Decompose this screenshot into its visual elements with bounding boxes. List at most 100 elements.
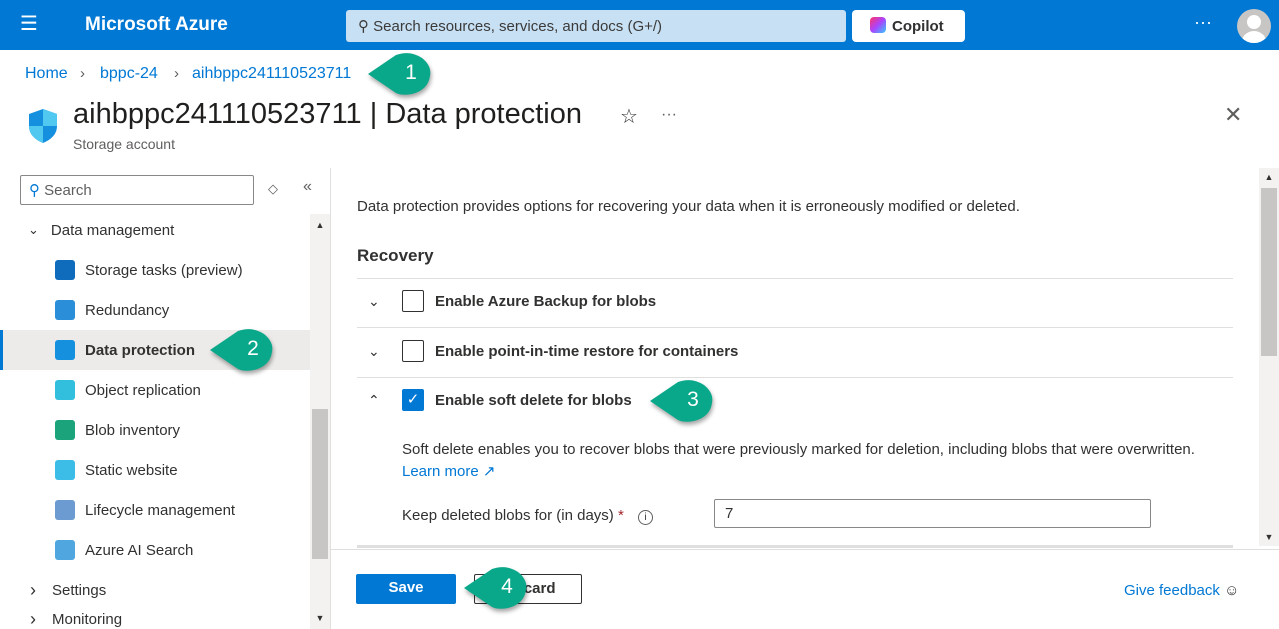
callout-2: 2	[208, 328, 274, 372]
object-replication-icon	[55, 380, 75, 400]
avatar[interactable]	[1237, 9, 1271, 43]
search-placeholder: Search	[44, 182, 92, 199]
sidebar-item-label: Redundancy	[85, 301, 170, 319]
chevron-right-icon: ›	[80, 65, 85, 82]
learn-more-link[interactable]: Learn more ↗	[402, 463, 495, 480]
callout-number: 4	[501, 575, 513, 598]
label-text: Keep deleted blobs for (in days)	[402, 507, 614, 524]
main-scrollbar[interactable]: ▲ ▼	[1259, 168, 1279, 546]
sidebar-item-storage-tasks-preview[interactable]: Storage tasks (preview)	[0, 250, 310, 290]
save-button[interactable]: Save	[356, 574, 456, 604]
search-icon: ⚲	[29, 182, 40, 199]
global-search-input[interactable]: ⚲ Search resources, services, and docs (…	[346, 10, 846, 42]
scroll-up-icon[interactable]: ▲	[1259, 172, 1279, 182]
keep-days-input[interactable]: 7	[714, 499, 1151, 528]
sidebar-item-label: Static website	[85, 461, 178, 479]
required-marker: *	[617, 507, 624, 524]
divider	[330, 168, 331, 629]
keep-deleted-label: Keep deleted blobs for (in days) * i	[402, 507, 653, 525]
divider	[357, 327, 1233, 328]
chevron-right-icon: ›	[174, 65, 179, 82]
breadcrumb-home[interactable]: Home	[25, 65, 68, 83]
option-row[interactable]: ⌃ ✓ Enable soft delete for blobs	[368, 389, 632, 411]
callout-number: 1	[405, 61, 417, 84]
chevron-down-icon: ⌄	[28, 222, 39, 237]
callout-1: 1	[366, 52, 432, 96]
sidebar-item-blob-inventory[interactable]: Blob inventory	[0, 410, 310, 450]
intro-text: Data protection provides options for rec…	[357, 198, 1020, 215]
divider	[357, 377, 1233, 378]
sidebar-item-lifecycle-management[interactable]: Lifecycle management	[0, 490, 310, 530]
shield-icon	[55, 340, 75, 360]
sidebar-item-object-replication[interactable]: Object replication	[0, 370, 310, 410]
storage-tasks-icon	[55, 260, 75, 280]
sidebar-group-data-management[interactable]: ⌄ Data management	[0, 210, 310, 250]
option-label: Enable Azure Backup for blobs	[435, 292, 657, 310]
checkbox[interactable]: ✓	[402, 389, 424, 411]
option-row[interactable]: ⌄ Enable point-in-time restore for contai…	[368, 340, 738, 362]
page-subtitle: Storage account	[73, 136, 175, 152]
search-icon: ⚲	[358, 18, 369, 35]
menu-icon[interactable]: ☰	[20, 14, 40, 34]
close-icon[interactable]: ✕	[1224, 102, 1242, 128]
give-feedback-link[interactable]: Give feedback ☺	[1124, 582, 1239, 599]
more-icon[interactable]: ···	[661, 106, 677, 124]
sort-icon[interactable]: ◇	[268, 181, 278, 197]
sidebar-item-label: Storage tasks (preview)	[85, 261, 243, 279]
sidebar-item-static-website[interactable]: Static website	[0, 450, 310, 490]
scroll-thumb[interactable]	[1261, 188, 1277, 356]
breadcrumb-resource-group[interactable]: bppc-24	[100, 65, 158, 83]
sidebar-item-redundancy[interactable]: Redundancy	[0, 290, 310, 330]
copilot-icon	[870, 17, 886, 33]
page-title: aihbppc241110523711 | Data protection	[73, 98, 582, 130]
sidebar-group-settings[interactable]: › Settings	[0, 570, 310, 610]
sidebar-item-azure-ai-search[interactable]: Azure AI Search	[0, 530, 310, 570]
sidebar-item-label: Lifecycle management	[85, 501, 236, 519]
feedback-label: Give feedback	[1124, 582, 1220, 599]
chevron-down-icon[interactable]: ⌄	[368, 343, 402, 360]
sidebar-item-label: Blob inventory	[85, 421, 181, 439]
input-value: 7	[725, 505, 734, 522]
recovery-heading: Recovery	[357, 246, 434, 265]
option-label: Enable soft delete for blobs	[435, 391, 632, 409]
callout-4: 4	[462, 566, 528, 610]
info-icon[interactable]: i	[637, 510, 653, 525]
shield-icon	[29, 109, 57, 143]
chevron-up-icon[interactable]: ⌃	[368, 392, 402, 409]
more-icon[interactable]: ···	[1194, 12, 1212, 33]
star-icon[interactable]: ☆	[620, 104, 638, 129]
scroll-down-icon[interactable]: ▼	[1259, 532, 1279, 542]
divider	[357, 278, 1233, 279]
option-row[interactable]: ⌄ Enable Azure Backup for blobs	[368, 290, 656, 312]
checkbox[interactable]	[402, 290, 424, 312]
brand[interactable]: Microsoft Azure	[85, 14, 228, 36]
group-label: Settings	[52, 581, 107, 599]
sidebar-search-input[interactable]: ⚲ Search	[20, 175, 254, 205]
sidebar-scrollbar[interactable]: ▲ ▼	[310, 214, 330, 629]
sidebar-item-label: Data protection	[85, 341, 196, 359]
breadcrumb-storage-account[interactable]: aihbppc241110523711	[192, 65, 351, 83]
group-label: Data management	[50, 221, 175, 239]
chevron-down-icon[interactable]: ⌄	[368, 293, 402, 310]
scroll-down-icon[interactable]: ▼	[310, 613, 330, 623]
option-label: Enable point-in-time restore for contain…	[435, 342, 739, 360]
description-text: Soft delete enables you to recover blobs…	[402, 441, 1195, 458]
sidebar-group-monitoring[interactable]: › Monitoring	[0, 610, 310, 629]
feedback-icon: ☺	[1224, 582, 1240, 599]
callout-number: 2	[247, 337, 259, 360]
scroll-up-icon[interactable]: ▲	[310, 220, 330, 230]
callout-number: 3	[687, 388, 699, 411]
callout-3: 3	[648, 379, 714, 423]
chevron-right-icon: ›	[30, 610, 36, 629]
copilot-button[interactable]: Copilot	[852, 10, 965, 42]
lifecycle-icon	[55, 500, 75, 520]
group-label: Monitoring	[52, 611, 123, 628]
globe-icon	[55, 300, 75, 320]
collapse-icon[interactable]: «	[303, 178, 312, 196]
scroll-thumb[interactable]	[312, 409, 328, 559]
static-website-icon	[55, 460, 75, 480]
footer-divider	[330, 549, 1279, 550]
checkbox[interactable]	[402, 340, 424, 362]
external-link-icon: ↗	[482, 463, 496, 480]
blob-inventory-icon	[55, 420, 75, 440]
